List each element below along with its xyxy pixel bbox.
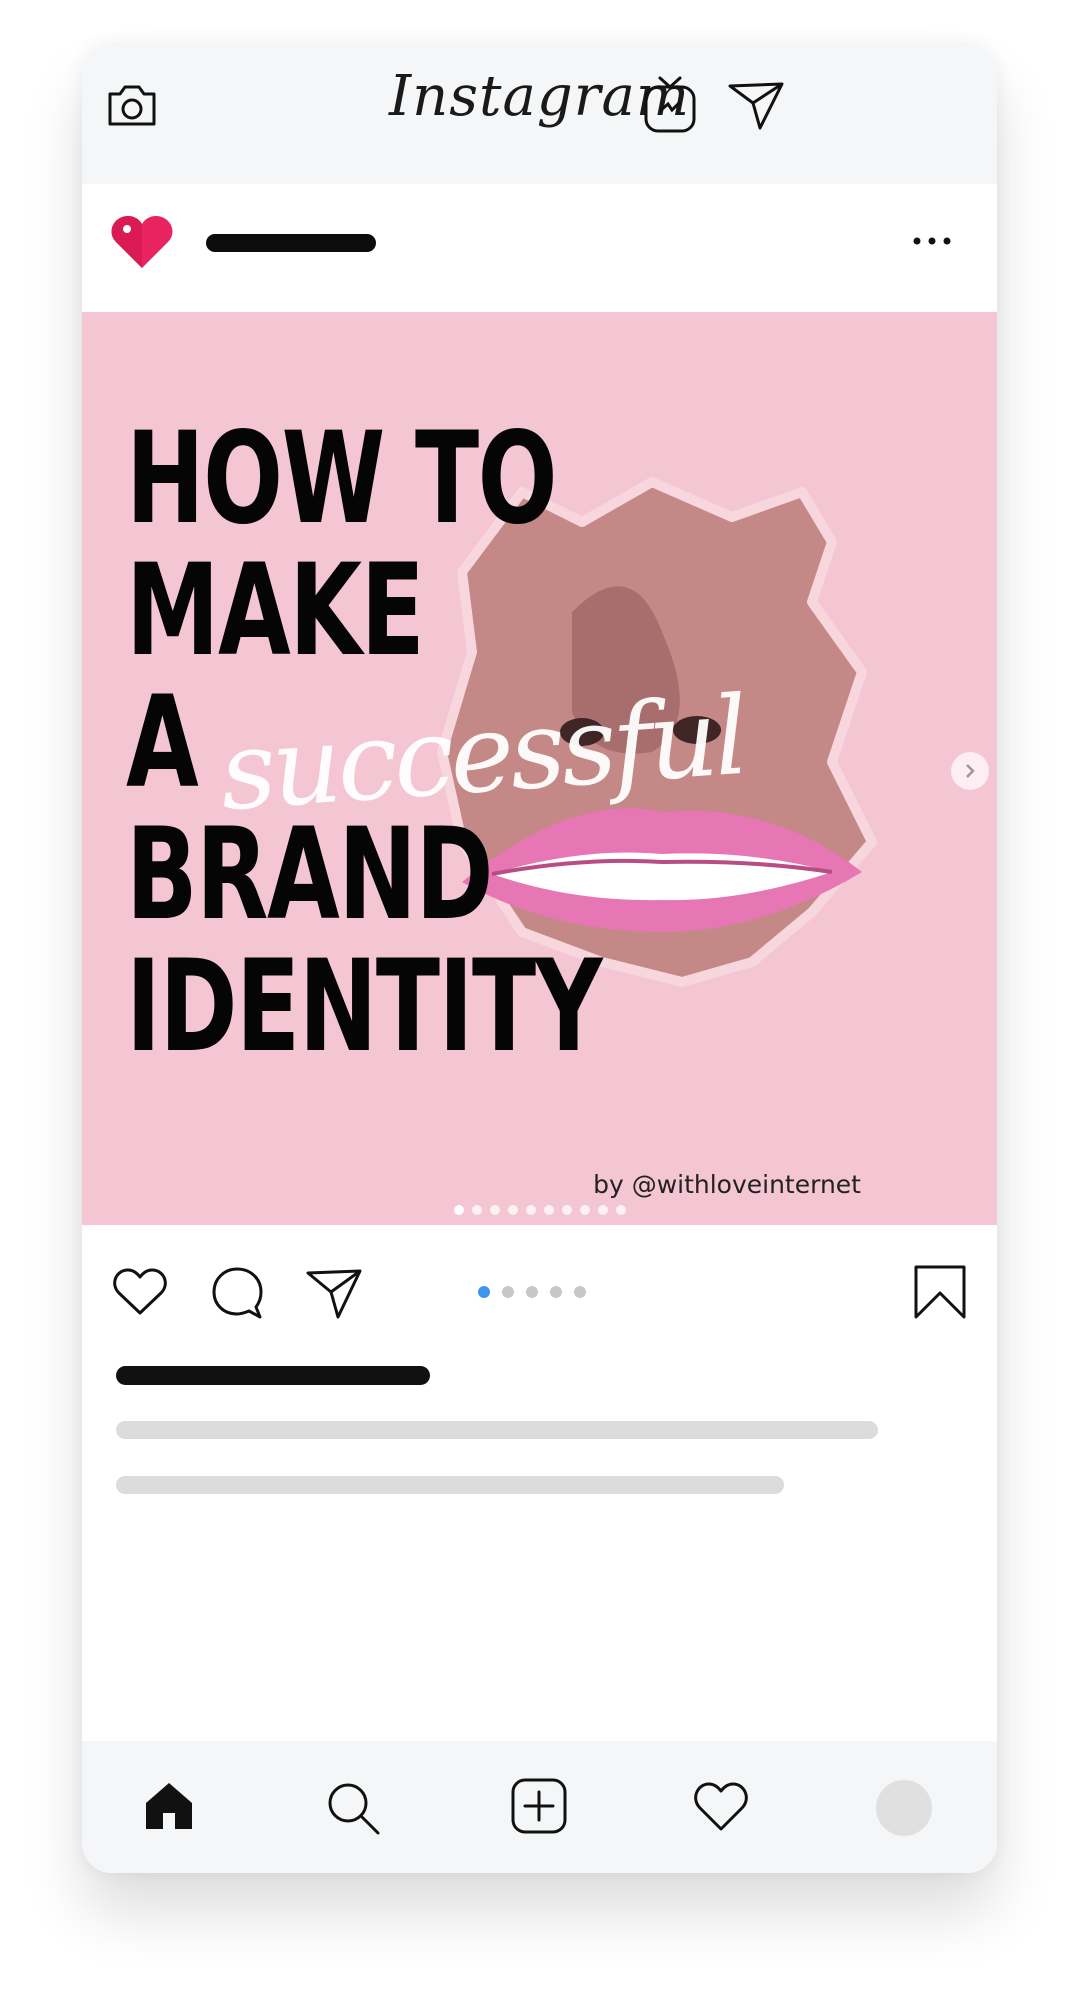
next-slide-button[interactable] [951,752,989,790]
slide-dot [471,1205,482,1215]
pagination-dot [574,1286,586,1298]
comment-icon[interactable] [210,1265,266,1321]
app-title: Instagram [389,64,690,129]
chevron-right-icon [966,764,975,778]
pagination-dot [478,1286,490,1298]
slide-dot [579,1205,590,1215]
post-image[interactable]: HOW TO MAKE A BRAND IDENTITY successful … [82,312,997,1225]
post-actions [82,1225,997,1355]
top-bar: Instagram [82,44,997,184]
phone-frame: Instagram HOW TO MAKE A BRAND IDENTITY s… [82,44,997,1873]
activity-heart-icon[interactable] [692,1781,750,1833]
pagination-dot [526,1286,538,1298]
post-header [82,184,997,312]
pagination-dot [502,1286,514,1298]
profile-avatar[interactable] [876,1780,932,1836]
heart-outline-icon[interactable] [112,1267,168,1317]
slide-dot [489,1205,500,1215]
headline-line: HOW TO [126,404,558,552]
more-options-icon[interactable] [911,234,953,248]
bottom-nav [82,1741,997,1873]
slide-dot [525,1205,536,1215]
add-post-icon[interactable] [510,1777,568,1835]
heart-badge-icon[interactable] [110,214,174,270]
slide-dot [561,1205,572,1215]
headline-line: BRAND [126,800,493,948]
headline-line: IDENTITY [126,932,603,1080]
pagination-dot [550,1286,562,1298]
slide-dot [507,1205,518,1215]
slide-dot [615,1205,626,1215]
slide-indicator [82,1205,997,1215]
image-credit: by @withloveinternet [593,1170,861,1199]
caption-placeholder-line [116,1476,784,1494]
slide-dot [453,1205,464,1215]
username-placeholder[interactable] [206,234,376,252]
headline-line: MAKE [126,536,425,684]
igtv-icon[interactable] [643,74,697,134]
caption-placeholder-line [116,1421,878,1439]
paper-plane-icon[interactable] [726,78,786,132]
likes-placeholder [116,1366,430,1385]
bookmark-icon[interactable] [912,1263,968,1321]
slide-dot [543,1205,554,1215]
slide-dot [597,1205,608,1215]
home-icon[interactable] [142,1779,196,1833]
paper-plane-icon[interactable] [304,1265,364,1321]
search-icon[interactable] [324,1779,382,1837]
